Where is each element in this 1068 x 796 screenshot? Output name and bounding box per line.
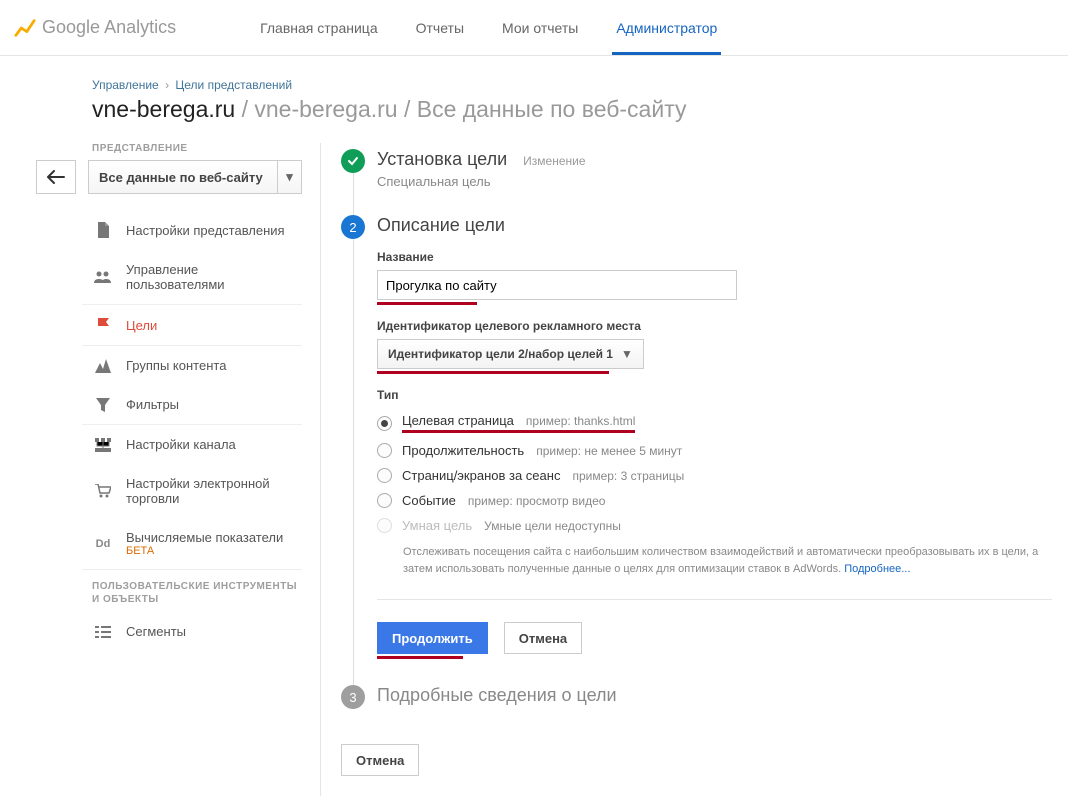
chevron-down-icon: ▾ — [277, 161, 301, 193]
step2-title: Описание цели — [377, 215, 505, 236]
radio-duration-label: Продолжительность — [402, 443, 524, 458]
sidebar-item-ecommerce[interactable]: Настройки электронной торговли — [82, 464, 302, 518]
brand-logo: Google Analytics — [14, 17, 176, 39]
radio-duration[interactable] — [377, 443, 392, 458]
smart-goal-description: Отслеживать посещения сайта с наибольшим… — [403, 544, 1052, 577]
back-button[interactable] — [36, 160, 76, 194]
nav-admin[interactable]: Администратор — [612, 2, 721, 54]
sidebar-item-goals[interactable]: Цели — [82, 305, 302, 346]
smart-goal-more-link[interactable]: Подробнее... — [844, 563, 910, 575]
cart-icon — [92, 484, 114, 498]
name-label: Название — [377, 250, 1052, 264]
step1-title: Установка цели — [377, 149, 507, 170]
breadcrumb: Управление › Цели представлений — [92, 78, 1068, 92]
nav-reports[interactable]: Отчеты — [412, 2, 468, 54]
analytics-icon — [14, 17, 36, 39]
breadcrumb-b[interactable]: Цели представлений — [175, 78, 292, 92]
radio-destination-label: Целевая страница — [402, 413, 514, 428]
flag-icon — [92, 317, 114, 333]
sidebar-item-content-groups[interactable]: Группы контента — [82, 346, 302, 385]
channel-icon — [92, 438, 114, 452]
radio-event-label: Событие — [402, 493, 456, 508]
sidebar-item-segments[interactable]: Сегменты — [82, 612, 302, 651]
nav-my-reports[interactable]: Мои отчеты — [498, 2, 582, 54]
step1-change-link[interactable]: Изменение — [523, 154, 585, 168]
sidebar-item-calc-metrics[interactable]: Dd Вычисляемые показателиБЕТА — [82, 518, 302, 570]
step1-subtitle: Специальная цель — [377, 174, 1052, 189]
segments-icon — [92, 626, 114, 638]
dd-icon: Dd — [92, 538, 114, 550]
step-cancel-button[interactable]: Отмена — [504, 622, 582, 654]
sidebar-item-filters[interactable]: Фильтры — [82, 385, 302, 425]
goal-slot-dropdown[interactable]: Идентификатор цели 2/набор целей 1▼ — [377, 339, 644, 369]
document-icon — [92, 222, 114, 238]
step2-icon: 2 — [341, 215, 365, 239]
radio-pps-label: Страниц/экранов за сеанс — [402, 468, 560, 483]
step3-icon: 3 — [341, 685, 365, 709]
content-group-icon — [92, 359, 114, 373]
caret-down-icon: ▼ — [621, 347, 633, 361]
users-icon — [92, 271, 114, 283]
sidebar-item-view-settings[interactable]: Настройки представления — [82, 210, 302, 250]
type-label: Тип — [377, 388, 1052, 402]
page-title: vne-berega.ru / vne-berega.ru / Все данн… — [92, 96, 1068, 123]
continue-button[interactable]: Продолжить — [377, 622, 488, 654]
radio-event[interactable] — [377, 493, 392, 508]
sidebar-item-user-management[interactable]: Управление пользователями — [82, 250, 302, 305]
filter-icon — [92, 398, 114, 412]
view-picker[interactable]: Все данные по веб-сайту ▾ — [88, 160, 302, 194]
product-name: Analytics — [104, 17, 176, 37]
slot-label: Идентификатор целевого рекламного места — [377, 319, 1052, 333]
radio-destination[interactable] — [377, 416, 392, 431]
nav-home[interactable]: Главная страница — [256, 2, 382, 54]
brand-name: Google — [42, 17, 100, 37]
step3-title: Подробные сведения о цели — [377, 685, 617, 706]
radio-smart-goal — [377, 518, 392, 533]
radio-pages-per-session[interactable] — [377, 468, 392, 483]
view-section-label: ПРЕДСТАВЛЕНИЕ — [92, 143, 302, 154]
radio-smart-label: Умная цель — [402, 518, 472, 533]
tools-section-label: ПОЛЬЗОВАТЕЛЬСКИЕ ИНСТРУМЕНТЫ И ОБЪЕКТЫ — [92, 580, 302, 606]
goal-name-input[interactable] — [377, 270, 737, 300]
sidebar-item-channel-settings[interactable]: Настройки канала — [82, 425, 302, 464]
breadcrumb-a[interactable]: Управление — [92, 78, 159, 92]
main-cancel-button[interactable]: Отмена — [341, 744, 419, 776]
step1-done-icon — [341, 149, 365, 173]
